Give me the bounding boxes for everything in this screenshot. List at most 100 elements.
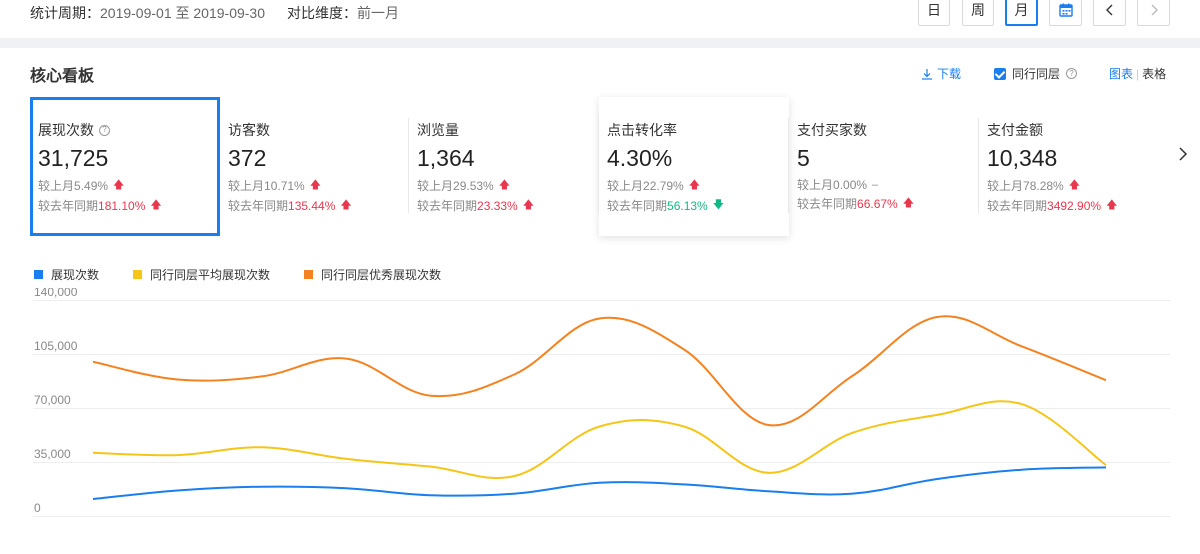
card-divider [598,118,599,213]
metric-value: 4.30% [607,145,673,171]
metric-name: 支付买家数 [797,120,979,140]
yoy-change-label: 较去年同期 [987,199,1048,213]
metric-name: 支付金额 [987,120,1169,140]
yoy-change-label: 较去年同期 [38,199,99,213]
card-divider [978,118,979,213]
metric-name: 点击转化率 [607,120,789,140]
arrow-up-icon: 🡅 [150,199,162,211]
view-switch: 图表 | 表格 [1109,65,1166,82]
dash-icon: – [872,178,879,191]
view-divider: | [1136,67,1140,81]
legend-item-series3[interactable]: 同行同层优秀展现次数 [304,266,441,283]
help-icon[interactable]: ? [1066,68,1078,79]
legend-label: 同行同层优秀展现次数 [321,268,442,282]
yoy-change: 较去年同期 23.33% 🡅 [417,196,599,215]
yoy-change: 较去年同期 135.44% 🡅 [228,196,410,215]
arrow-up-icon: 🡅 [309,179,322,191]
series-line-1[interactable] [92,466,1107,501]
metric-name-text: 浏览量 [417,122,459,138]
arrow-up-icon: 🡅 [902,197,915,209]
metric-card[interactable]: 访客数 372 较上月 10.71% 🡅 较去年同期 135.44% 🡅 [220,97,410,236]
download-link[interactable]: 下载 [921,65,961,82]
arrow-up-icon: 🡅 [688,179,701,191]
legend-item-series2[interactable]: 同行同层平均展现次数 [133,266,270,283]
arrow-up-icon: 🡅 [522,199,535,211]
card-divider [408,118,409,213]
arrow-up-icon: 🡅 [113,179,125,191]
mom-change-value: 10.71% [264,178,305,193]
section-separator [0,38,1200,48]
help-icon[interactable]: ? [99,124,110,136]
yoy-change: 较去年同期 66.67% 🡅 [797,194,979,213]
legend-swatch [304,270,314,279]
line-chart: 140,000 105,000 70,000 35,000 0 [33,288,1170,517]
week-button[interactable]: 周 [962,0,994,26]
yoy-change: 较去年同期 3492.90% 🡅 [987,196,1169,215]
yoy-change-label: 较去年同期 [607,199,668,213]
mom-change: 较上月 78.28% 🡅 [987,176,1169,195]
peer-toggle[interactable]: 同行同层 ? [994,65,1078,82]
download-icon [922,68,932,80]
yoy-change-label: 较去年同期 [417,199,478,213]
series-line-3[interactable] [92,315,1107,427]
arrow-down-icon: 🡇 [712,199,725,211]
y-tick-label: 140,000 [34,288,78,299]
arrow-up-icon: 🡅 [1068,179,1081,191]
view-chart-link[interactable]: 图表 [1109,67,1133,81]
mom-change: 较上月 29.53% 🡅 [417,176,599,195]
legend-label: 同行同层平均展现次数 [150,268,271,282]
mom-change: 较上月 10.71% 🡅 [228,176,410,195]
metric-card[interactable]: 展现次数? 31,725 较上月 5.49% 🡅 较去年同期 181.10% 🡅 [30,97,220,236]
filter-bar: 统计周期：2019-09-01 至 2019-09-30 对比维度：前一月 日 … [0,0,1200,38]
yoy-change: 较去年同期 56.13% 🡇 [607,196,789,215]
mom-change-value: 29.53% [453,178,494,193]
metric-name: 浏览量 [417,120,599,140]
y-tick-label: 0 [34,501,41,515]
legend-item-series1[interactable]: 展现次数 [34,266,99,283]
next-period-button[interactable] [1137,0,1170,26]
prev-period-button[interactable] [1093,0,1126,26]
y-tick-label: 70,000 [34,393,71,407]
yoy-change-label: 较去年同期 [797,197,858,211]
yoy-change-value: 66.67% [857,196,898,211]
chevron-right-icon [1151,4,1158,16]
mom-change-label: 较上月 [607,179,644,193]
peer-checkbox[interactable] [994,67,1006,80]
metric-card[interactable]: 点击转化率 4.30% 较上月 22.79% 🡅 较去年同期 56.13% 🡇 [599,97,789,236]
chevron-left-icon [1105,4,1112,16]
month-button[interactable]: 月 [1005,0,1038,26]
mom-change: 较上月 22.79% 🡅 [607,176,789,195]
metric-name: 访客数 [228,120,410,140]
yoy-change-value: 23.33% [477,198,518,213]
metric-card[interactable]: 支付金额 10,348 较上月 78.28% 🡅 较去年同期 3492.90% 🡅 [979,97,1169,236]
yoy-change: 较去年同期 181.10% 🡅 [38,196,217,215]
yoy-change-label: 较去年同期 [228,199,289,213]
calendar-icon [1058,3,1073,17]
arrow-up-icon: 🡅 [340,199,352,211]
mom-change-value: 22.79% [643,178,684,193]
mom-change-value: 0.00% [833,177,868,192]
period-label: 统计周期： [30,5,100,21]
metric-name-text: 点击转化率 [607,122,677,138]
metric-value: 372 [228,145,267,171]
day-button[interactable]: 日 [918,0,950,26]
view-table-link[interactable]: 表格 [1142,67,1166,81]
metric-card[interactable]: 浏览量 1,364 较上月 29.53% 🡅 较去年同期 23.33% 🡅 [409,97,599,236]
series-line-2[interactable] [92,400,1107,479]
compare-value: 前一月 [357,5,399,21]
cards-next-icon[interactable] [1178,146,1188,167]
yoy-change-value: 56.13% [667,198,708,213]
mom-change-value: 5.49% [74,178,109,193]
mom-change-label: 较上月 [797,178,834,192]
mom-change-label: 较上月 [228,179,265,193]
calendar-button[interactable] [1049,0,1082,26]
mom-change-label: 较上月 [987,179,1024,193]
period-info: 统计周期：2019-09-01 至 2019-09-30 [30,3,265,23]
metric-name-text: 展现次数 [38,122,94,138]
mom-change-label: 较上月 [38,179,75,193]
metric-value: 10,348 [987,145,1058,171]
metric-card[interactable]: 支付买家数 5 较上月 0.00% – 较去年同期 66.67% 🡅 [789,97,979,236]
period-value: 2019-09-01 至 2019-09-30 [100,5,266,21]
y-tick-label: 105,000 [34,339,78,353]
mom-change: 较上月 0.00% – [797,176,979,193]
